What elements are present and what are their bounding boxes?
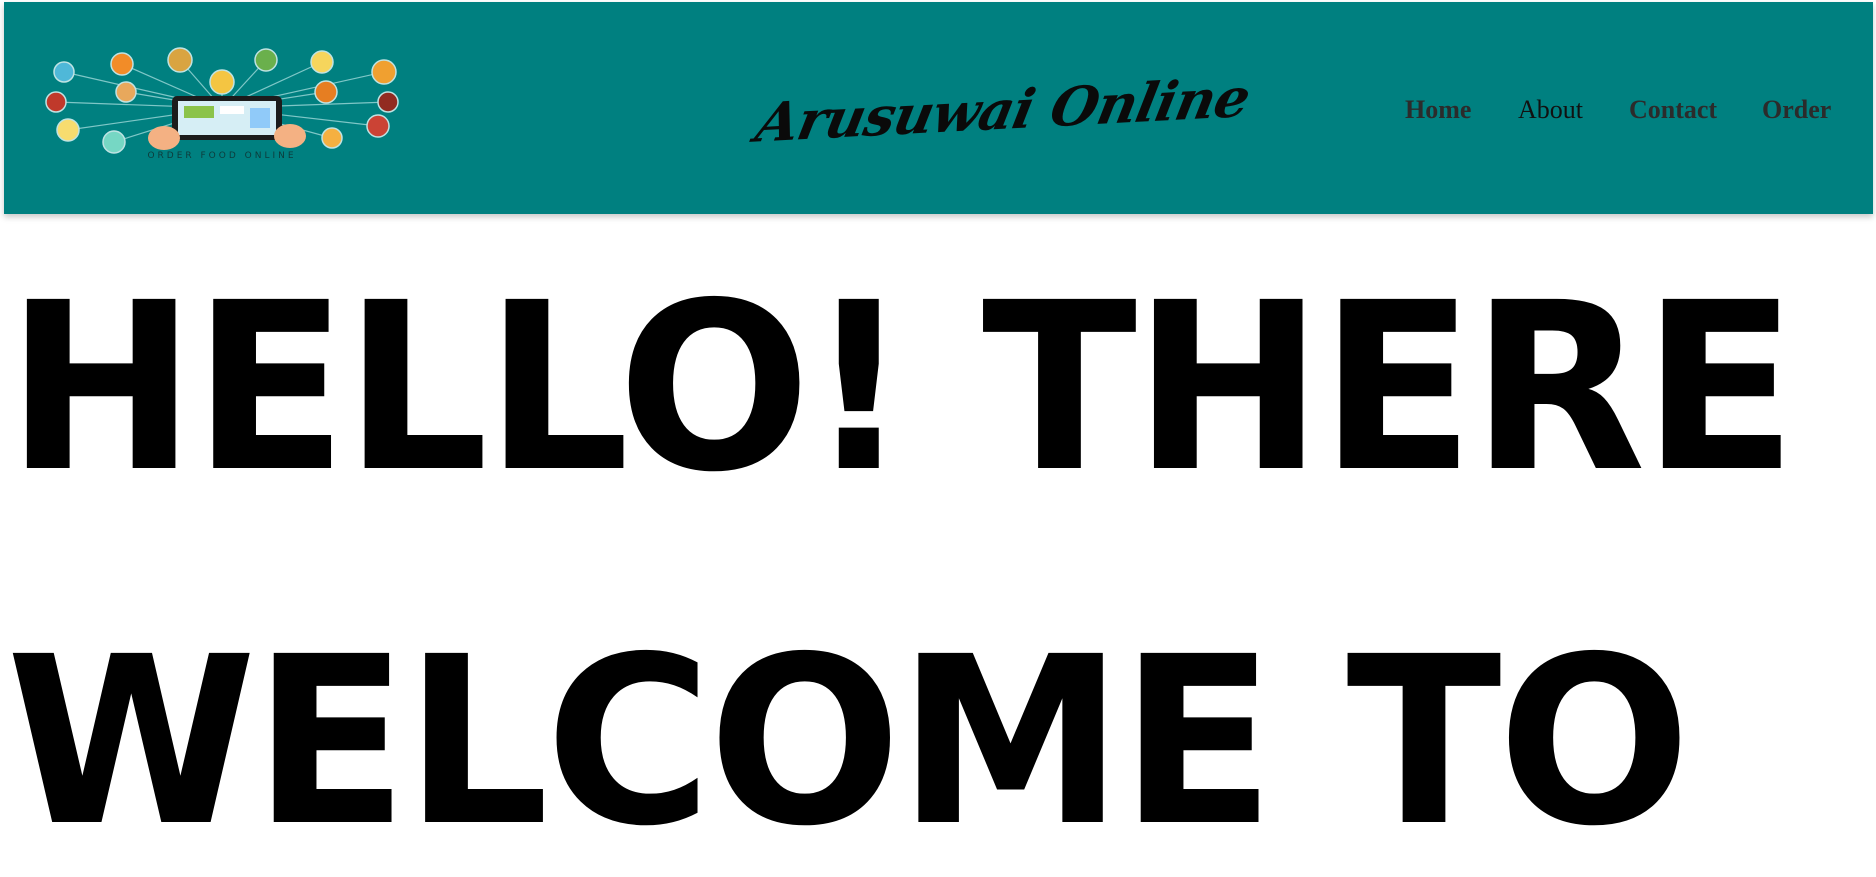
logo-caption: ORDER FOOD ONLINE xyxy=(147,151,296,161)
hero-heading-line-2: WELCOME TO xyxy=(6,607,1691,877)
site-logo[interactable]: ORDER FOOD ONLINE xyxy=(42,46,412,166)
hero-heading-line-1: HELLO! THERE xyxy=(6,253,1797,523)
nav-order-link[interactable]: Order xyxy=(1762,90,1831,130)
nav-about-link[interactable]: About xyxy=(1518,90,1583,130)
page: ORDER FOOD ONLINE Arusuwai Online Home A… xyxy=(0,0,1876,877)
food-order-illustration-icon: ORDER FOOD ONLINE xyxy=(45,47,399,161)
site-header: ORDER FOOD ONLINE Arusuwai Online Home A… xyxy=(4,2,1873,214)
nav-contact-link[interactable]: Contact xyxy=(1629,90,1717,130)
nav-home-link[interactable]: Home xyxy=(1405,90,1471,130)
brand-title: Arusuwai Online xyxy=(750,65,1256,155)
